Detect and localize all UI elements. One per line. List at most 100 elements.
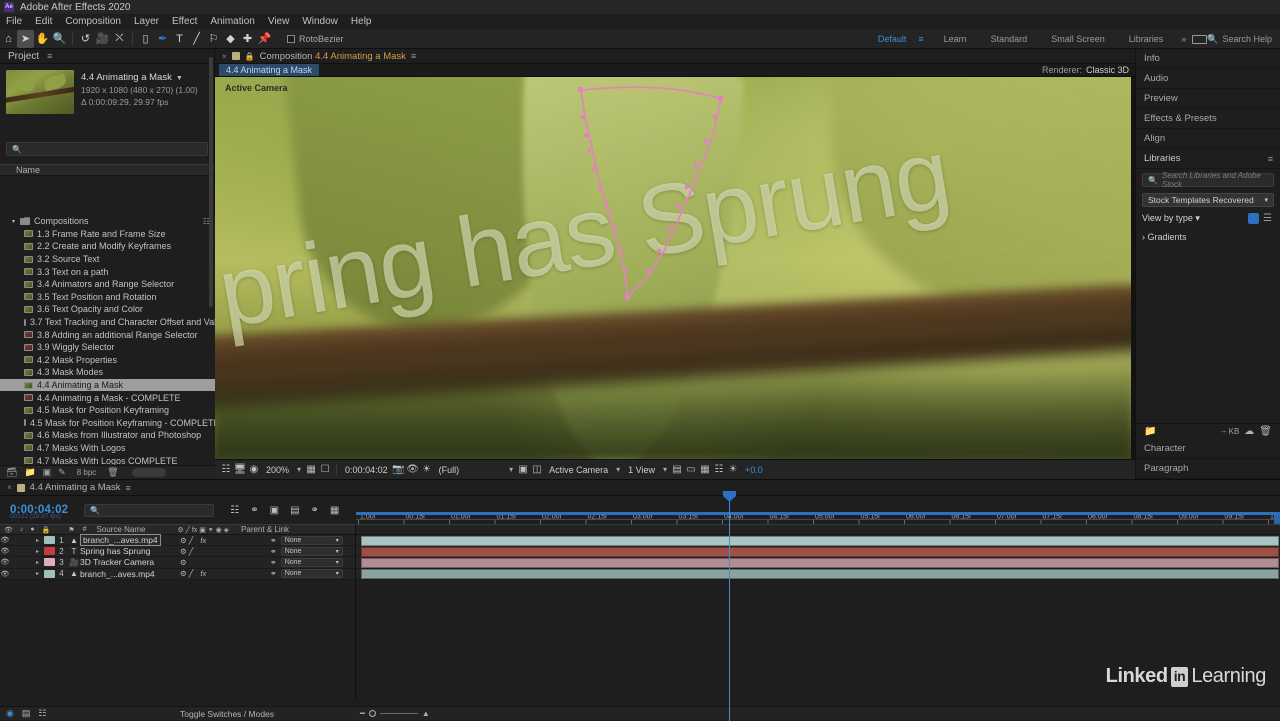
- menu-animation[interactable]: Animation: [210, 16, 254, 27]
- draft-3d-icon[interactable]: ⚭: [311, 505, 319, 516]
- project-panel-menu-icon[interactable]: ≡: [47, 51, 52, 61]
- folder-icon[interactable]: 📁: [24, 467, 35, 478]
- cloud-icon[interactable]: ☁: [1244, 426, 1254, 437]
- workspace-overflow-icon[interactable]: »: [1175, 34, 1192, 44]
- parent-dropdown[interactable]: None ▾: [280, 557, 343, 567]
- timeline-layer-row[interactable]: 👁 ▸ 2 T Spring has Sprung ⚙ ╱ ⚭ None ▾: [0, 546, 356, 558]
- panel-paragraph[interactable]: Paragraph: [1136, 459, 1280, 479]
- hand-icon[interactable]: ✋: [34, 30, 51, 48]
- views-dropdown-icon[interactable]: ▾: [660, 465, 670, 474]
- timeline-zoom-slider[interactable]: ━ ▲: [360, 709, 430, 718]
- new-composition-icon[interactable]: ▣: [43, 467, 52, 478]
- channel-rgb-icon[interactable]: ☀: [420, 463, 434, 477]
- composition-panel-menu-icon[interactable]: ≡: [411, 51, 416, 61]
- project-list-item[interactable]: 4.3 Mask Modes: [0, 366, 215, 379]
- libraries-search-input[interactable]: 🔍 Search Libraries and Adobe Stock: [1142, 171, 1274, 189]
- panel-align[interactable]: Align: [1136, 129, 1280, 149]
- project-list-item[interactable]: 3.9 Wiggly Selector: [0, 341, 215, 354]
- timeline-search-input[interactable]: 🔍: [84, 503, 215, 517]
- project-scrollbar[interactable]: [209, 57, 213, 307]
- eraser-icon[interactable]: ◆: [222, 30, 239, 48]
- home-icon[interactable]: ⌂: [0, 30, 17, 48]
- timeline-layer-row[interactable]: 👁 ▸ 3 🎥 3D Tracker Camera ⚙ ⚭ None ▾: [0, 557, 356, 569]
- rotobezier-checkbox[interactable]: [287, 34, 295, 43]
- library-selector[interactable]: Stock Templates Recovered ▾: [1142, 193, 1274, 207]
- delete-icon[interactable]: 🗑: [107, 467, 118, 478]
- motion-blur-icon[interactable]: ⚭: [250, 505, 258, 516]
- bit-depth-label[interactable]: 8 bpc: [77, 468, 97, 477]
- playhead-handle[interactable]: [723, 491, 736, 502]
- exposure-value[interactable]: +0.0: [740, 465, 768, 475]
- region-interest-icon[interactable]: ▣: [516, 463, 530, 477]
- eye-icon[interactable]: 👁: [4, 526, 13, 534]
- menu-file[interactable]: File: [6, 16, 22, 27]
- region-of-interest-icon[interactable]: ☐: [318, 463, 332, 477]
- layer-switches[interactable]: ⚙ ╱ fx: [180, 536, 206, 545]
- layer-name[interactable]: branch_...aves.mp4: [80, 534, 161, 547]
- timeline-track-row[interactable]: [356, 557, 1280, 569]
- menu-view[interactable]: View: [268, 16, 290, 27]
- search-help-field[interactable]: 🔍 Search Help: [1207, 34, 1280, 45]
- project-settings-icon[interactable]: ✎: [58, 467, 66, 478]
- project-list-item[interactable]: 4.6 Masks from Illustrator and Photoshop: [0, 429, 215, 442]
- zoom-out-icon[interactable]: ━: [360, 709, 365, 718]
- close-icon[interactable]: ×: [7, 483, 12, 492]
- project-list-item[interactable]: 3.7 Text Tracking and Character Offset a…: [0, 316, 215, 329]
- expand-layer-icon[interactable]: ▸: [36, 570, 44, 577]
- timeline-layer-row[interactable]: 👁 ▸ 1 ▲ branch_...aves.mp4 ⚙ ╱ fx ⚭ None ▾: [0, 534, 356, 547]
- parent-pick-whip-icon[interactable]: ⚭: [270, 569, 277, 578]
- project-list-item[interactable]: 3.6 Text Opacity and Color: [0, 303, 215, 316]
- timeline-layer-list[interactable]: 👁 ▸ 1 ▲ branch_...aves.mp4 ⚙ ╱ fx ⚭ None ▾ 👁 ▸ 2 T Sp…: [0, 534, 356, 580]
- layer-parent[interactable]: ⚭ None ▾: [270, 569, 343, 579]
- pixel-aspect-icon[interactable]: ▤: [670, 463, 684, 477]
- frame-blend-icon[interactable]: ▣: [270, 505, 279, 516]
- camera-icon[interactable]: 🎥: [94, 30, 111, 48]
- layer-name[interactable]: branch_...aves.mp4: [80, 569, 155, 579]
- timeline-track-row[interactable]: [356, 535, 1280, 547]
- parent-pick-whip-icon[interactable]: ⚭: [270, 558, 277, 567]
- composition-mini-flowchart-icon[interactable]: ☷: [38, 708, 46, 719]
- resolution-dropdown-icon[interactable]: ▾: [506, 465, 516, 474]
- project-list-item[interactable]: 4.5 Mask for Position Keyframing - COMPL…: [0, 417, 215, 430]
- audio-icon[interactable]: ♪: [20, 526, 24, 533]
- libraries-panel-menu-icon[interactable]: ≡: [1268, 154, 1273, 164]
- timeline-track-row[interactable]: [356, 568, 1280, 580]
- project-list-item[interactable]: 2.2 Create and Modify Keyframes: [0, 240, 215, 253]
- toggle-comp-overlays-icon[interactable]: ◉: [247, 463, 261, 477]
- new-library-folder-icon[interactable]: 📁: [1144, 426, 1156, 437]
- view-layout-dropdown-icon[interactable]: ▾: [613, 465, 623, 474]
- layer-parent[interactable]: ⚭ None ▾: [270, 535, 343, 545]
- graph-editor-icon[interactable]: ☷: [230, 505, 239, 516]
- puppet-pin-icon[interactable]: 📌: [256, 30, 273, 48]
- toggle-transparency-grid-icon[interactable]: ☷: [219, 463, 233, 477]
- panel-preview[interactable]: Preview: [1136, 89, 1280, 109]
- delete-icon[interactable]: 🗑: [1259, 426, 1272, 437]
- layer-label-color[interactable]: [44, 569, 55, 578]
- layer-label-color[interactable]: [44, 536, 55, 545]
- project-list-item[interactable]: 3.5 Text Position and Rotation: [0, 291, 215, 304]
- project-list-item[interactable]: 3.3 Text on a path: [0, 265, 215, 278]
- lock-icon[interactable]: 🔒: [42, 526, 51, 534]
- project-list-item[interactable]: 4.4 Animating a Mask: [0, 378, 215, 392]
- timeline-splitter[interactable]: [355, 524, 356, 701]
- mask-path-overlay[interactable]: [215, 77, 1131, 459]
- pen-icon[interactable]: ✒: [154, 30, 171, 48]
- panel-character[interactable]: Character: [1136, 439, 1280, 459]
- selection-arrow-icon[interactable]: ➤: [17, 29, 34, 48]
- type-icon[interactable]: T: [171, 30, 188, 48]
- solo-icon[interactable]: ●: [30, 526, 34, 533]
- panel-effects-presets[interactable]: Effects & Presets: [1136, 109, 1280, 129]
- fast-previews-icon[interactable]: ▭: [684, 463, 698, 477]
- timeline-icon[interactable]: ▦: [698, 463, 712, 477]
- panel-libraries[interactable]: Libraries ≡: [1136, 149, 1280, 169]
- parent-dropdown[interactable]: None ▾: [280, 535, 343, 545]
- menu-edit[interactable]: Edit: [35, 16, 52, 27]
- source-name-header[interactable]: Source Name: [97, 525, 146, 534]
- layer-duration-bar[interactable]: [361, 569, 1279, 580]
- grid-guides-icon[interactable]: ▦: [304, 463, 318, 477]
- comp-flowchart-icon[interactable]: ☷: [712, 463, 726, 477]
- workspace-small-screen[interactable]: Small Screen: [1039, 29, 1117, 49]
- project-item-list[interactable]: ▾ Compositions ☷ 1.3 Frame Rate and Fram…: [0, 215, 215, 503]
- layer-duration-bar[interactable]: [361, 557, 1279, 568]
- layer-visibility-icon[interactable]: 👁: [0, 547, 10, 555]
